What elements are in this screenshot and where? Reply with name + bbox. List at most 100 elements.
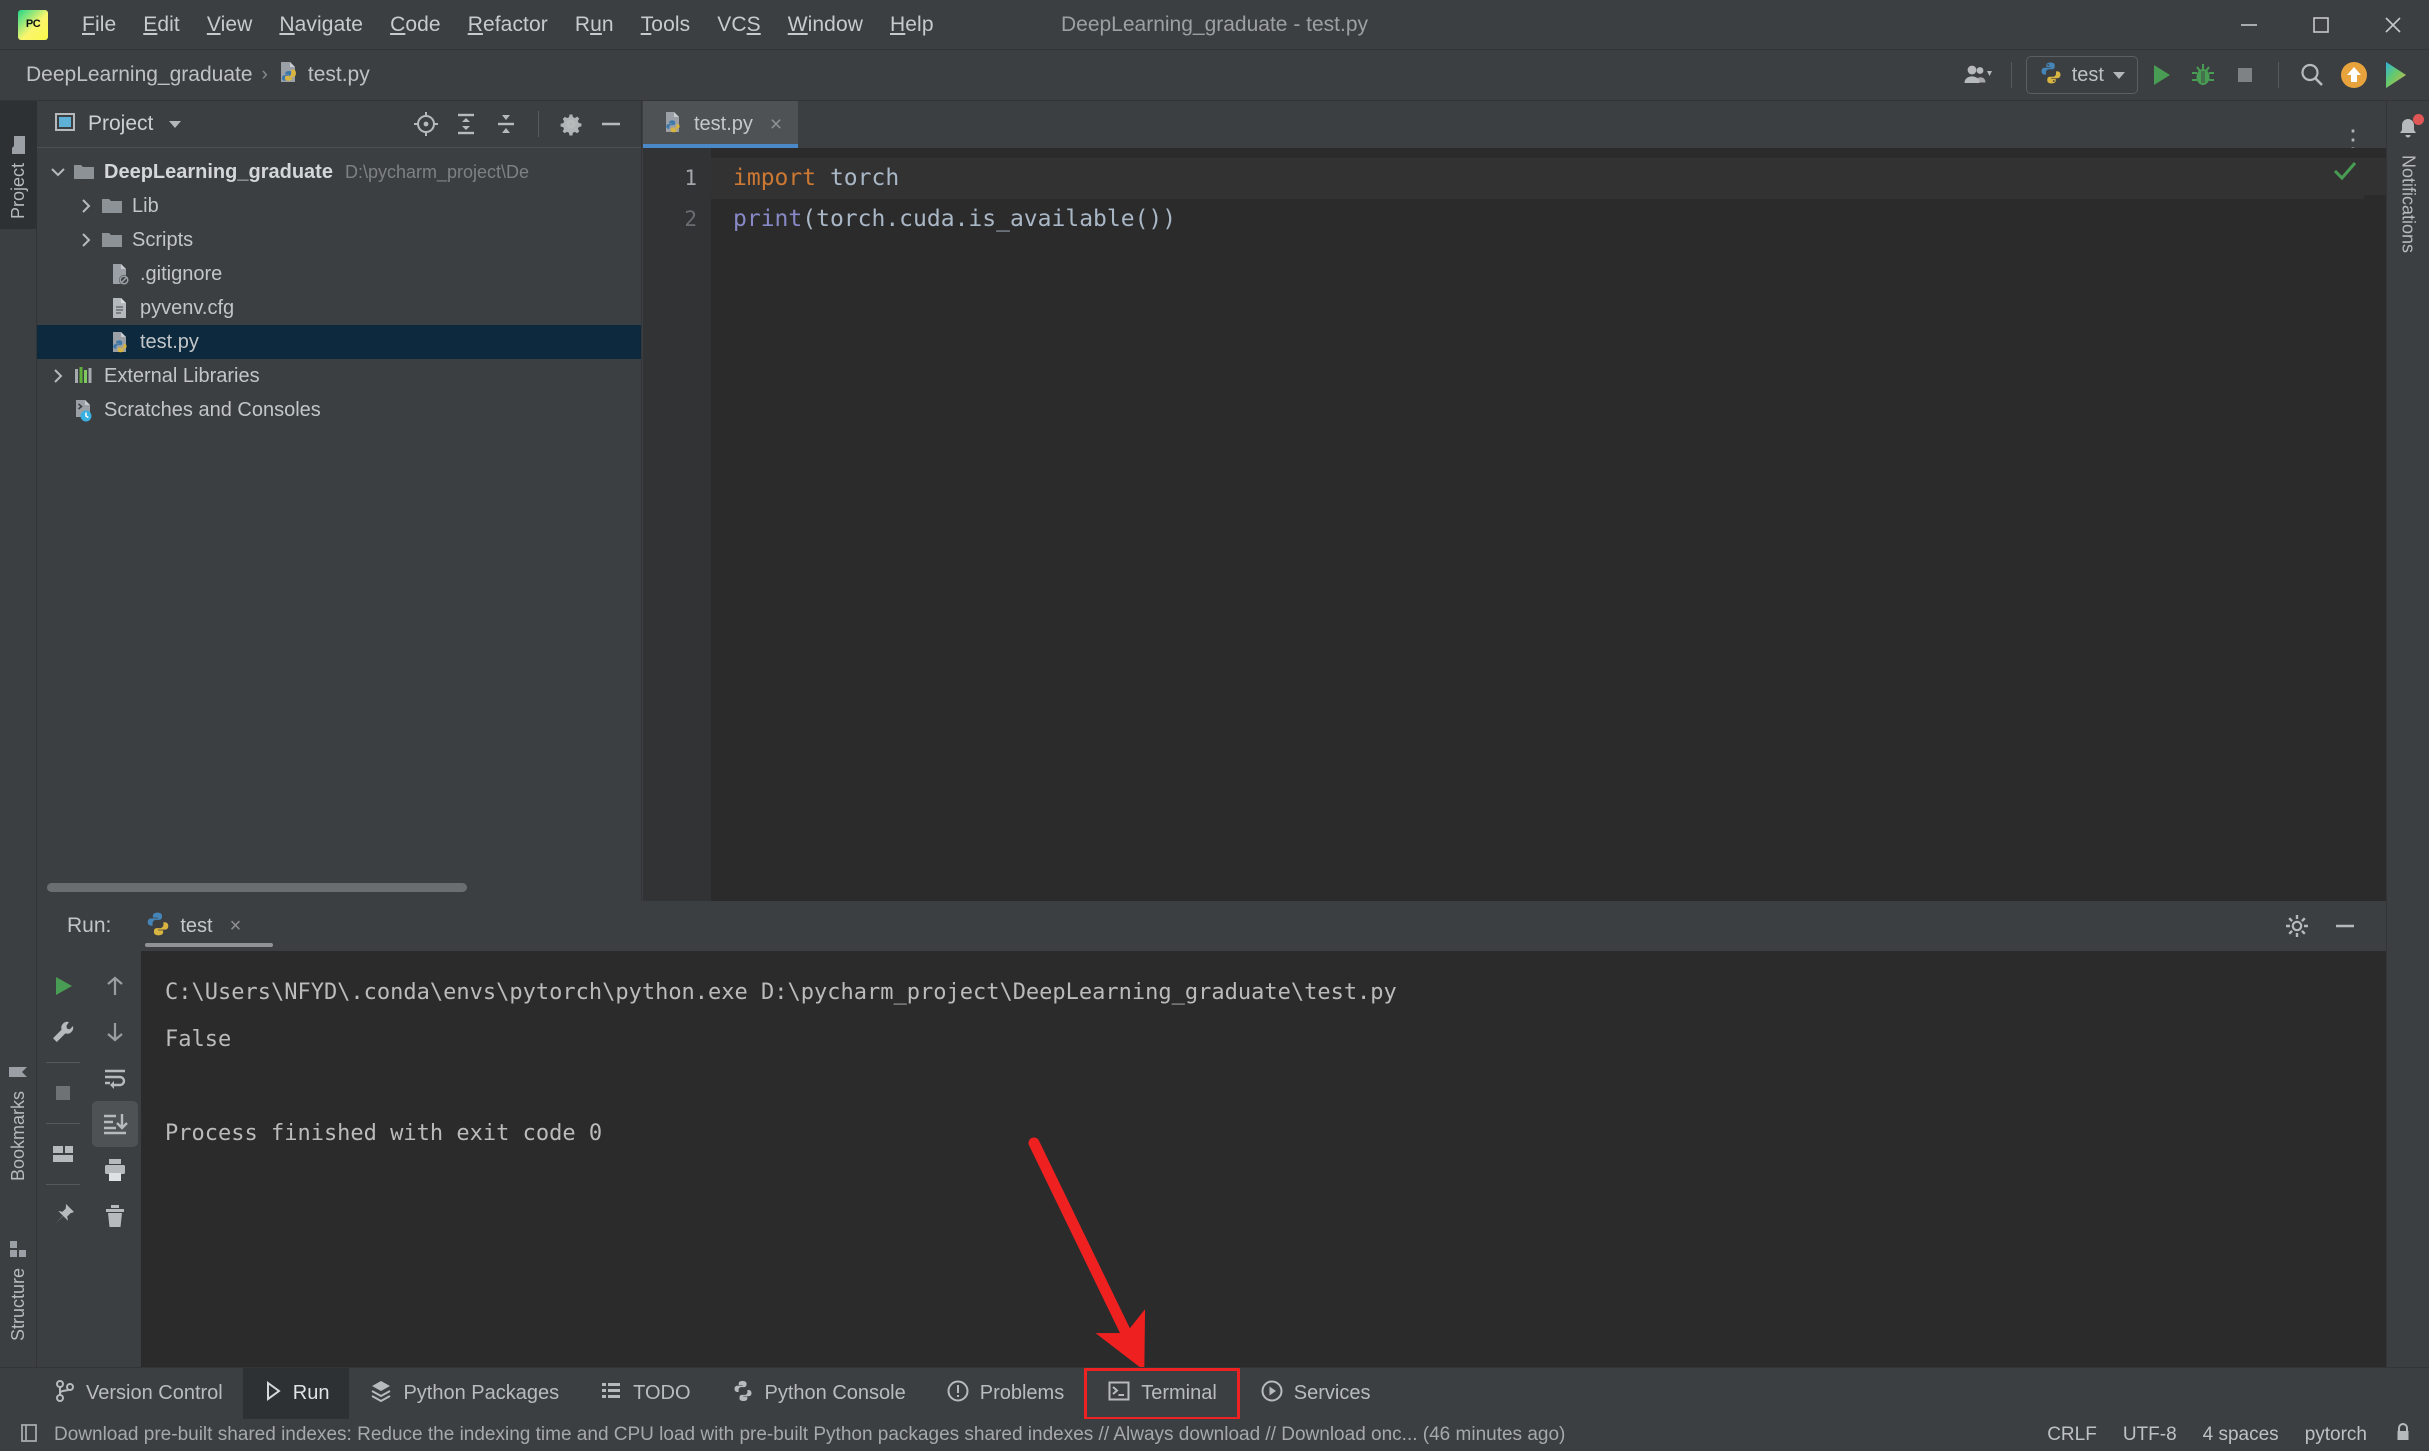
menu-item-tools[interactable]: Tools	[629, 8, 703, 42]
tool-window-label-problems: Problems	[979, 1382, 1065, 1404]
rerun-icon[interactable]	[40, 963, 86, 1009]
up-arrow-icon[interactable]	[92, 963, 138, 1009]
tool-window-python-console[interactable]: Python Console	[711, 1368, 926, 1420]
sidebar-item-notifications[interactable]: Notifications	[2398, 155, 2419, 253]
settings-icon[interactable]	[553, 106, 589, 142]
project-view-icon	[53, 110, 77, 139]
status-encoding[interactable]: UTF-8	[2123, 1424, 2177, 1446]
chevron-down-icon[interactable]	[45, 163, 71, 181]
hide-panel-icon[interactable]	[2326, 907, 2364, 945]
project-chevron-down-icon[interactable]	[169, 120, 182, 128]
status-line-separator[interactable]: CRLF	[2047, 1424, 2097, 1446]
close-icon[interactable]: ×	[230, 915, 242, 938]
scroll-to-end-icon[interactable]	[92, 1101, 138, 1147]
status-message[interactable]: Download pre-built shared indexes: Reduc…	[54, 1424, 1565, 1446]
down-arrow-icon[interactable]	[92, 1009, 138, 1055]
run-configuration-selector[interactable]: test	[2025, 56, 2138, 94]
code-content[interactable]: import torch print(torch.cuda.is_availab…	[711, 148, 2386, 901]
hide-panel-icon[interactable]	[593, 106, 629, 142]
inspections-ok-check-icon[interactable]	[2330, 156, 2360, 192]
code-line-2[interactable]: print(torch.cuda.is_available())	[711, 199, 2386, 240]
menu-item-edit[interactable]: Edit	[131, 8, 192, 42]
minimize-button[interactable]	[2213, 0, 2285, 50]
tree-row-scripts[interactable]: Scripts	[37, 223, 641, 257]
code-token-cuda-call: (torch.cuda.is_available())	[802, 206, 1177, 232]
sidebar-item-structure[interactable]: Structure	[0, 1201, 37, 1351]
project-horizontal-scrollbar[interactable]	[47, 883, 467, 892]
collapse-all-icon[interactable]	[488, 106, 524, 142]
close-button[interactable]	[2357, 0, 2429, 50]
tree-label-testpy: test.py	[140, 330, 199, 353]
tool-window-version-control[interactable]: Version Control	[34, 1368, 243, 1420]
chevron-right-icon[interactable]	[45, 367, 71, 385]
status-indent[interactable]: 4 spaces	[2203, 1424, 2279, 1446]
status-interpreter[interactable]: pytorch	[2305, 1424, 2367, 1446]
menu-item-vcs[interactable]: VCS	[705, 8, 772, 42]
right-tool-stripe: Notifications	[2386, 101, 2429, 1367]
trash-icon[interactable]	[92, 1193, 138, 1239]
sidebar-item-bookmarks[interactable]: Bookmarks	[0, 1031, 37, 1191]
python-file-icon	[661, 110, 685, 139]
tool-window-run[interactable]: Run	[242, 1367, 350, 1420]
chevron-right-icon[interactable]	[73, 231, 99, 249]
locate-icon[interactable]	[408, 106, 444, 142]
run-button[interactable]	[2142, 56, 2180, 94]
tree-row-lib[interactable]: Lib	[37, 189, 641, 223]
search-icon[interactable]	[2293, 56, 2331, 94]
notification-event-icon[interactable]	[18, 1422, 40, 1449]
bell-icon[interactable]	[2393, 114, 2424, 145]
tree-row-testpy[interactable]: test.py	[37, 325, 641, 359]
tree-row-project-root[interactable]: DeepLearning_graduate D:\pycharm_project…	[37, 155, 641, 189]
run-left-toolbar	[37, 951, 89, 1367]
menu-item-refactor[interactable]: Refactor	[456, 8, 560, 42]
wrench-icon[interactable]	[40, 1009, 86, 1055]
layout-icon[interactable]	[40, 1131, 86, 1177]
menu-item-code[interactable]: Code	[378, 8, 453, 42]
soft-wrap-icon[interactable]	[92, 1055, 138, 1101]
tree-row-gitignore[interactable]: .gitignore	[37, 257, 641, 291]
menu-item-navigate[interactable]: Navigate	[267, 8, 375, 42]
tool-window-todo[interactable]: TODO	[579, 1368, 710, 1420]
editor-options-icon[interactable]: ⋮	[2340, 127, 2368, 152]
tool-window-services[interactable]: Services	[1240, 1368, 1391, 1420]
run-tool-window: Run: test × C:\Users\NFYD\.conda\envs\py…	[37, 901, 2386, 1367]
code-line-1[interactable]: import torch	[711, 158, 2386, 199]
tree-row-pyvenv[interactable]: pyvenv.cfg	[37, 291, 641, 325]
lock-icon[interactable]	[2393, 1421, 2413, 1449]
close-icon[interactable]: ×	[770, 114, 782, 135]
stop-button[interactable]	[2226, 56, 2264, 94]
tool-window-python-packages[interactable]: Python Packages	[349, 1368, 579, 1420]
menu-item-file[interactable]: File	[70, 8, 128, 42]
navigation-bar: DeepLearning_graduate › test.py test	[0, 50, 2429, 101]
ide-feature-icon[interactable]	[2377, 56, 2415, 94]
editor-tab-strip: test.py × ⋮	[643, 101, 2386, 152]
chevron-right-icon[interactable]	[73, 197, 99, 215]
breadcrumb-item-file[interactable]: test.py	[277, 60, 370, 90]
pin-icon[interactable]	[40, 1192, 86, 1238]
run-tab-test[interactable]: test ×	[141, 901, 274, 951]
run-console-output[interactable]: C:\Users\NFYD\.conda\envs\pytorch\python…	[141, 951, 2386, 1367]
tool-window-label-run: Run	[292, 1382, 330, 1404]
menu-item-view[interactable]: View	[195, 8, 265, 42]
gitignore-file-icon	[107, 262, 133, 286]
menu-item-run[interactable]: Run	[563, 8, 626, 42]
menu-item-help[interactable]: Help	[878, 8, 946, 42]
stop-icon[interactable]	[40, 1070, 86, 1116]
editor-marker-strip[interactable]	[2364, 195, 2386, 901]
maximize-button[interactable]	[2285, 0, 2357, 50]
debug-button[interactable]	[2184, 56, 2222, 94]
update-icon[interactable]	[2335, 56, 2373, 94]
window-controls	[2213, 0, 2429, 50]
accounts-icon[interactable]	[1959, 56, 1997, 94]
settings-icon[interactable]	[2278, 907, 2316, 945]
sidebar-item-project[interactable]: Project	[0, 101, 37, 229]
menu-item-window[interactable]: Window	[776, 8, 875, 42]
tree-row-scratches[interactable]: Scratches and Consoles	[37, 393, 641, 427]
breadcrumb-item-project[interactable]: DeepLearning_graduate	[26, 63, 253, 87]
print-icon[interactable]	[92, 1147, 138, 1193]
editor-tab-testpy[interactable]: test.py ×	[643, 101, 799, 148]
expand-all-icon[interactable]	[448, 106, 484, 142]
tree-row-external-libraries[interactable]: External Libraries	[37, 359, 641, 393]
tool-window-terminal[interactable]: Terminal	[1084, 1367, 1240, 1420]
tool-window-problems[interactable]: Problems	[926, 1368, 1084, 1420]
